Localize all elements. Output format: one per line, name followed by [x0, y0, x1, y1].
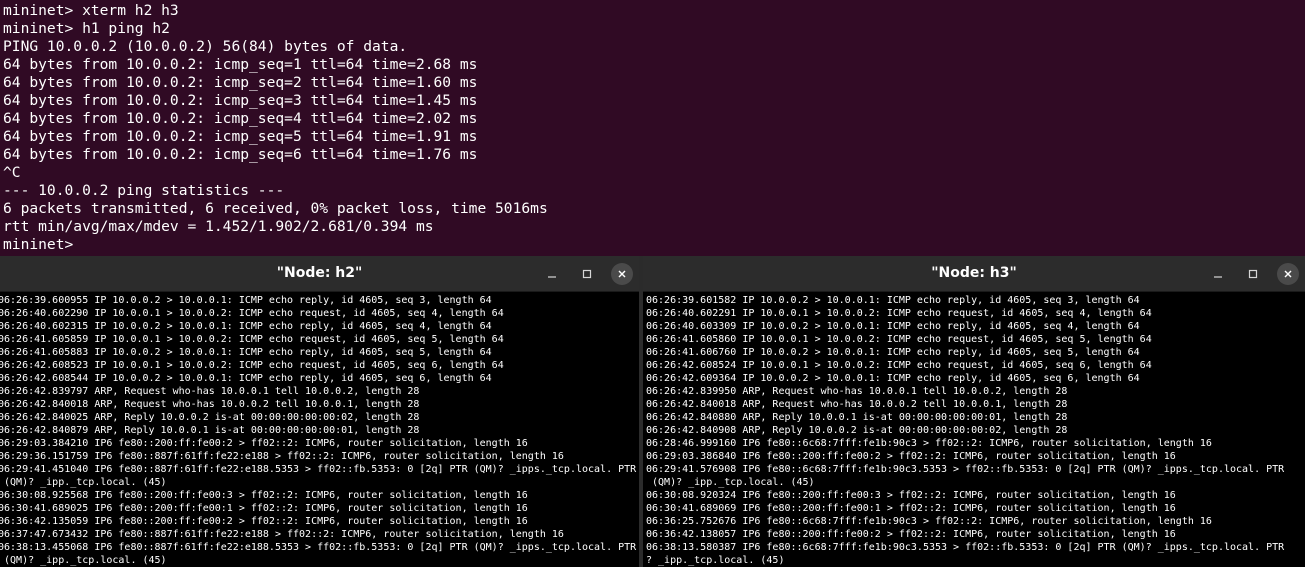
- xterm-line: 06:29:03.384210 IP6 fe80::200:ff:fe00:2 …: [0, 438, 528, 449]
- xterm-line: 06:26:41.606760 IP 10.0.0.2 > 10.0.0.1: …: [646, 347, 1140, 358]
- terminal-line: PING 10.0.0.2 (10.0.0.2) 56(84) bytes of…: [3, 38, 408, 55]
- xterm-line: 06:26:40.603309 IP 10.0.0.2 > 10.0.0.1: …: [646, 321, 1140, 332]
- xterm-line: 06:26:42.840908 ARP, Reply 10.0.0.2 is-a…: [646, 425, 1068, 436]
- xterm-line: 06:29:41.576908 IP6 fe80::6c68:7fff:fe1b…: [646, 464, 1285, 475]
- maximize-icon[interactable]: [576, 263, 598, 285]
- close-icon[interactable]: [1277, 262, 1299, 285]
- xterm-line: 06:26:41.605859 IP 10.0.0.1 > 10.0.0.2: …: [0, 334, 504, 345]
- terminal-line: rtt min/avg/max/mdev = 1.452/1.902/2.681…: [3, 218, 434, 235]
- xterm-line: 06:26:42.609364 IP 10.0.0.2 > 10.0.0.1: …: [646, 373, 1140, 384]
- xterm-line: 06:36:25.752676 IP6 fe80::6c68:7fff:fe1b…: [646, 516, 1212, 527]
- xterm-line: 06:26:42.840880 ARP, Reply 10.0.0.1 is-a…: [646, 412, 1068, 423]
- xterm-line: 06:26:42.839950 ARP, Request who-has 10.…: [646, 386, 1068, 397]
- terminal-line: --- 10.0.0.2 ping statistics ---: [3, 182, 285, 199]
- xterm-line: 06:26:40.602291 IP 10.0.0.1 > 10.0.0.2: …: [646, 308, 1152, 319]
- xterm-line: 06:26:42.839797 ARP, Request who-has 10.…: [0, 386, 420, 397]
- xterm-line: 06:26:41.605860 IP 10.0.0.1 > 10.0.0.2: …: [646, 334, 1152, 345]
- minimize-icon[interactable]: [1207, 263, 1229, 285]
- terminal-line: ^C: [3, 164, 21, 181]
- terminal-line: mininet> h1 ping h2: [3, 20, 170, 37]
- xterm-line: 06:28:46.999160 IP6 fe80::6c68:7fff:fe1b…: [646, 438, 1212, 449]
- window-title-h3: "Node: h3": [931, 265, 1017, 281]
- xterm-output-h2[interactable]: 06:26:39.600955 IP 10.0.0.2 > 10.0.0.1: …: [0, 292, 639, 567]
- xterm-line: 06:38:13.580387 IP6 fe80::6c68:7fff:fe1b…: [646, 542, 1285, 553]
- terminal-line: mininet>: [3, 236, 74, 253]
- xterm-line: 06:26:42.608524 IP 10.0.0.1 > 10.0.0.2: …: [646, 360, 1152, 371]
- terminal-line: 64 bytes from 10.0.0.2: icmp_seq=4 ttl=6…: [3, 110, 478, 127]
- window-titlebar-h3[interactable]: "Node: h3": [643, 256, 1305, 292]
- xterm-line: 06:30:08.925568 IP6 fe80::200:ff:fe00:3 …: [0, 490, 528, 501]
- xterm-line: 06:29:03.386840 IP6 fe80::200:ff:fe00:2 …: [646, 451, 1176, 462]
- mininet-terminal[interactable]: mininet> xterm h2 h3 mininet> h1 ping h2 P…: [0, 0, 1305, 256]
- xterm-line: 06:26:41.605883 IP 10.0.0.2 > 10.0.0.1: …: [0, 347, 492, 358]
- xterm-line: 06:26:39.601582 IP 10.0.0.2 > 10.0.0.1: …: [646, 295, 1140, 306]
- xterm-line: (QM)? _ipp._tcp.local. (45): [0, 555, 167, 566]
- xterm-line: (QM)? _ipp._tcp.local. (45): [646, 477, 815, 488]
- xterm-line: 06:37:47.673432 IP6 fe80::887f:61ff:fe22…: [0, 529, 564, 540]
- maximize-icon[interactable]: [1242, 263, 1264, 285]
- xterm-line: 06:26:42.840018 ARP, Request who-has 10.…: [646, 399, 1068, 410]
- terminal-line: 64 bytes from 10.0.0.2: icmp_seq=1 ttl=6…: [3, 56, 478, 73]
- xterm-line: 06:30:41.689025 IP6 fe80::200:ff:fe00:1 …: [0, 503, 528, 514]
- xterm-line: 06:26:42.840018 ARP, Request who-has 10.…: [0, 399, 420, 410]
- xterm-line: 06:26:42.608544 IP 10.0.0.2 > 10.0.0.1: …: [0, 373, 492, 384]
- terminal-line: 64 bytes from 10.0.0.2: icmp_seq=2 ttl=6…: [3, 74, 478, 91]
- xterm-line: 06:26:42.840025 ARP, Reply 10.0.0.2 is-a…: [0, 412, 420, 423]
- window-controls-h3: [1194, 256, 1299, 291]
- close-icon[interactable]: [611, 262, 633, 285]
- window-titlebar-h2[interactable]: "Node: h2": [0, 256, 639, 292]
- xterm-line: 06:38:13.455068 IP6 fe80::887f:61ff:fe22…: [0, 542, 637, 553]
- xterm-line: 06:26:40.602290 IP 10.0.0.1 > 10.0.0.2: …: [0, 308, 504, 319]
- xterm-line: 06:30:41.689069 IP6 fe80::200:ff:fe00:1 …: [646, 503, 1176, 514]
- xterm-line: 06:29:36.151759 IP6 fe80::887f:61ff:fe22…: [0, 451, 564, 462]
- terminal-line: 64 bytes from 10.0.0.2: icmp_seq=6 ttl=6…: [3, 146, 478, 163]
- window-controls-h2: [528, 256, 633, 291]
- xterm-line: 06:26:42.840879 ARP, Reply 10.0.0.1 is-a…: [0, 425, 420, 436]
- terminal-line: 64 bytes from 10.0.0.2: icmp_seq=3 ttl=6…: [3, 92, 478, 109]
- xterm-line: 06:26:42.608523 IP 10.0.0.1 > 10.0.0.2: …: [0, 360, 504, 371]
- xterm-line: 06:29:41.451040 IP6 fe80::887f:61ff:fe22…: [0, 464, 637, 475]
- xterm-line: ? _ipp._tcp.local. (45): [646, 555, 785, 566]
- terminal-line: mininet> xterm h2 h3: [3, 2, 179, 19]
- window-title-h2: "Node: h2": [276, 265, 363, 281]
- minimize-icon[interactable]: [541, 263, 563, 285]
- xterm-line: 06:26:40.602315 IP 10.0.0.2 > 10.0.0.1: …: [0, 321, 492, 332]
- xterm-line: 06:36:42.138057 IP6 fe80::200:ff:fe00:2 …: [646, 529, 1176, 540]
- xterm-line: 06:30:08.920324 IP6 fe80::200:ff:fe00:3 …: [646, 490, 1176, 501]
- xterm-output-h3[interactable]: 06:26:39.601582 IP 10.0.0.2 > 10.0.0.1: …: [646, 292, 1305, 567]
- terminal-line: 6 packets transmitted, 6 received, 0% pa…: [3, 200, 548, 217]
- xterm-line: 06:26:39.600955 IP 10.0.0.2 > 10.0.0.1: …: [0, 295, 492, 306]
- xterm-window-h2: "Node: h2" 06:26:39.600955 IP 10.0.0.2 >…: [0, 256, 639, 567]
- xterm-window-h3: "Node: h3" 06:26:39.601582 IP 10.0.0.2 >…: [643, 256, 1305, 567]
- xterm-line: (QM)? _ipp._tcp.local. (45): [0, 477, 167, 488]
- terminal-line: 64 bytes from 10.0.0.2: icmp_seq=5 ttl=6…: [3, 128, 478, 145]
- xterm-line: 06:36:42.135059 IP6 fe80::200:ff:fe00:2 …: [0, 516, 528, 527]
